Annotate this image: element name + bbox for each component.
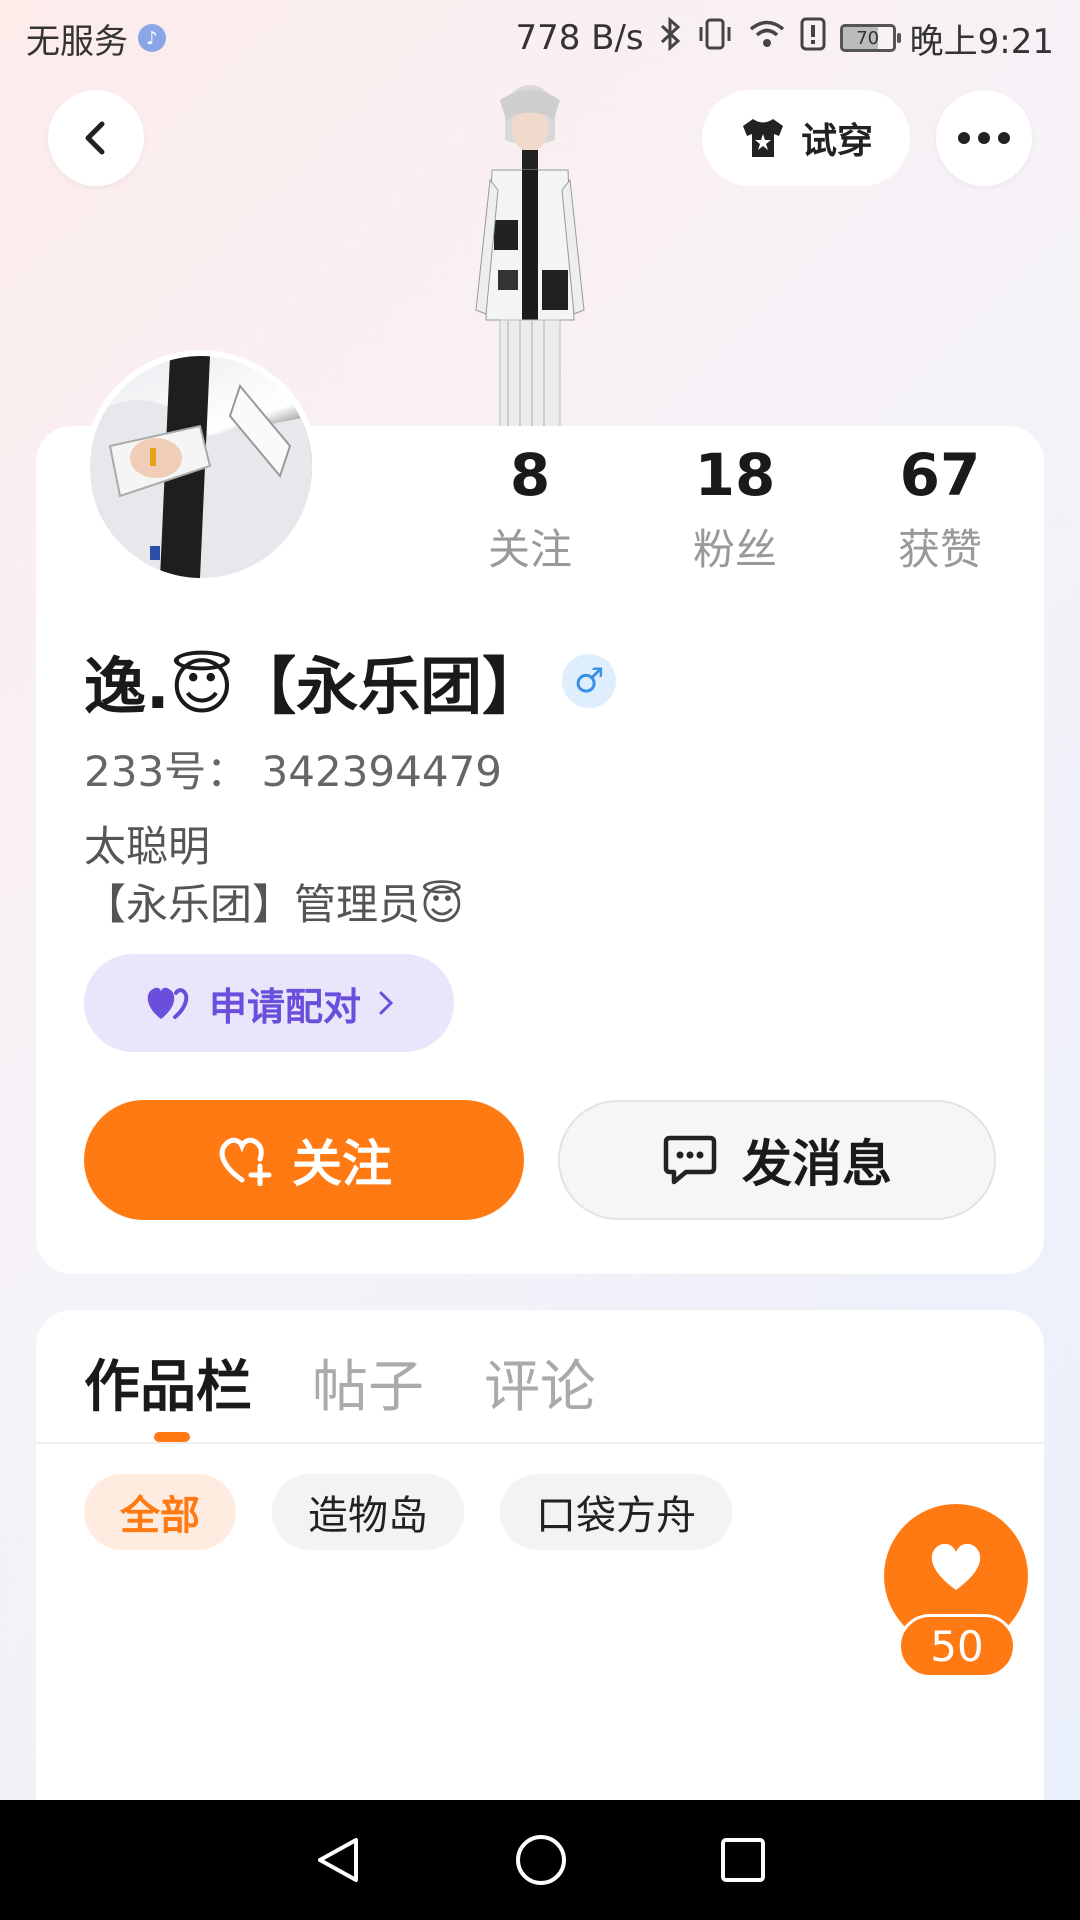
filter-chips: 全部 造物岛 口袋方舟: [84, 1474, 732, 1550]
try-on-button[interactable]: 试穿: [702, 90, 910, 186]
chevron-right-icon: [379, 991, 394, 1015]
user-bio: 太聪明 【永乐团】管理员😇: [84, 822, 464, 929]
stat-followers[interactable]: 18 粉丝: [645, 440, 825, 577]
back-triangle-icon[interactable]: [312, 1834, 364, 1886]
stat-following[interactable]: 8 关注: [440, 440, 620, 577]
heart-icon: [931, 1543, 981, 1590]
filter-pocket-ark[interactable]: 口袋方舟: [500, 1474, 732, 1550]
try-on-label: 试穿: [800, 121, 873, 162]
user-name: 逸.😇【永乐团】: [84, 650, 545, 723]
tab-divider: [36, 1442, 1044, 1444]
tab-posts[interactable]: 帖子: [312, 1342, 424, 1423]
heart-add-icon: [219, 1137, 272, 1186]
status-bar: 无服务 ♪ 778 B/s 70 晚上9:21: [0, 0, 1080, 76]
recents-square-icon[interactable]: [718, 1835, 768, 1885]
music-icon: ♪: [138, 24, 166, 52]
network-speed: 778 B/s: [515, 18, 644, 58]
stat-label: 粉丝: [692, 525, 777, 574]
stat-label: 获赞: [897, 525, 982, 574]
send-message-button[interactable]: 发消息: [558, 1100, 996, 1220]
bluetooth-icon: [658, 16, 682, 60]
apply-pair-label: 申请配对: [208, 984, 361, 1029]
apply-pair-button[interactable]: 申请配对: [84, 954, 454, 1052]
stat-value: 8: [509, 441, 551, 509]
more-dots-icon: [958, 132, 1010, 144]
chat-bubble-icon: [663, 1135, 717, 1185]
male-gender-icon: ♂: [562, 654, 617, 708]
tab-works[interactable]: 作品栏: [84, 1342, 252, 1423]
heart-pair-icon: [147, 987, 189, 1019]
carrier-text: 无服务: [26, 21, 128, 62]
stat-label: 关注: [487, 525, 572, 574]
clock: 晚上9:21: [909, 21, 1054, 62]
back-button[interactable]: [48, 90, 144, 186]
active-tab-indicator: [154, 1432, 190, 1442]
send-message-label: 发消息: [742, 1135, 892, 1193]
follow-button[interactable]: 关注: [84, 1100, 524, 1220]
battery-icon: 70: [839, 24, 901, 52]
filter-creation-island[interactable]: 造物岛: [272, 1474, 464, 1550]
avatar[interactable]: [84, 350, 318, 584]
home-circle-icon[interactable]: [514, 1833, 568, 1887]
filter-all[interactable]: 全部: [84, 1474, 236, 1550]
avatar-character-image[interactable]: [450, 70, 610, 430]
system-nav-bar: [0, 1800, 1080, 1920]
profile-tabs: 作品栏 帖子 评论: [84, 1342, 596, 1423]
chevron-left-icon: [85, 121, 105, 155]
tab-comments[interactable]: 评论: [484, 1342, 596, 1423]
name-row: 逸.😇【永乐团】 ♂: [84, 636, 617, 726]
user-id: 233号： 342394479: [84, 747, 503, 796]
follow-label: 关注: [292, 1135, 392, 1193]
stat-likes[interactable]: 67 获赞: [850, 440, 1030, 577]
more-options-button[interactable]: [936, 90, 1032, 186]
stat-value: 18: [694, 441, 776, 509]
stats-row: 8 关注 18 粉丝 67 获赞: [440, 440, 1030, 577]
vibrate-icon: [696, 17, 734, 60]
wifi-icon: [748, 18, 786, 59]
stat-value: 67: [899, 441, 981, 509]
like-count: 50: [898, 1614, 1016, 1678]
alert-icon: [800, 17, 826, 60]
shirt-icon: [742, 119, 783, 157]
